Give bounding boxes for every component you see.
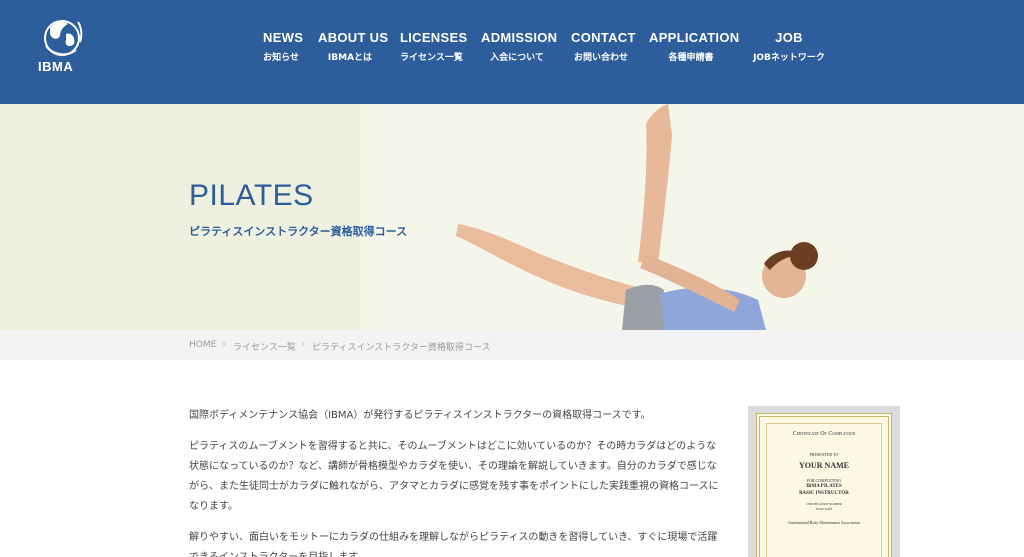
certificate-course-line1: IBMA PILATES [806,484,842,489]
goal-paragraph: 解りやすい、面白いをモットーにカラダの仕組みを理解しながらピラティスの動きを習得… [189,532,718,557]
nav-job-label: JOB [775,30,803,45]
certificate-image: Certificate Of Completion PRESENTED TO Y… [748,406,900,557]
pilates-pose-image [456,104,818,330]
certificate-org: International Body Maintenance Associati… [788,520,860,525]
nav-admission-label: ADMISSION [481,30,558,45]
nav-news-sublabel: お知らせ [263,53,299,63]
nav-job-sublabel: JOBネットワーク [753,53,825,63]
breadcrumb-licenses[interactable]: ライセンス一覧 [233,340,296,353]
certificate-issue-date: ISSUE DATE [815,507,833,511]
certificate-card: Certificate Of Completion PRESENTED TO Y… [756,413,892,557]
nav-application-sublabel: 各種申請書 [668,53,714,63]
course-description: 国際ボディメンテナンス協会（IBMA）が発行するピラティスインストラクターの資格… [189,406,719,557]
nav-licenses-sublabel: ライセンス一覧 [400,53,463,63]
nav-admission[interactable]: ADMISSION 入会について [481,30,558,63]
hero-banner: PILATES ピラティスインストラクター資格取得コース [0,104,1024,330]
chevron-right-icon: › [301,339,305,350]
nav-licenses[interactable]: LICENSES ライセンス一覧 [400,30,468,63]
nav-licenses-label: LICENSES [400,30,468,45]
nav-contact[interactable]: CONTACT お問い合わせ [571,30,636,63]
nav-application[interactable]: APPLICATION 各種申請書 [649,30,740,63]
page-subtitle: ピラティスインストラクター資格取得コース [189,225,408,238]
certificate-name: YOUR NAME [799,461,849,470]
nav-about-us-label: ABOUT US [318,30,389,45]
certificate-for: FOR COMPLETING [806,478,842,483]
certificate-presented: PRESENTED TO [809,452,839,457]
site-header: IBMA NEWS お知らせ ABOUT US IBMAとは LICENSES … [0,0,1024,104]
certificate-number: CERTIFICATION NUMBER [806,502,842,506]
nav-about-us-sublabel: IBMAとは [327,53,373,63]
nav-application-label: APPLICATION [649,30,740,45]
main-nav: NEWS お知らせ ABOUT US IBMAとは LICENSES ライセンス… [0,30,1024,70]
nav-news[interactable]: NEWS お知らせ [263,30,304,63]
certificate-heading: Certificate Of Completion [792,431,856,437]
certificate-course-line2: BASIC INSTRUCTOR [799,491,849,496]
nav-admission-sublabel: 入会について [490,53,544,63]
nav-job[interactable]: JOB JOBネットワーク [750,30,828,63]
breadcrumb: HOME › ライセンス一覧 › ピラティスインストラクター資格取得コース [0,330,1024,360]
chevron-right-icon: › [222,339,226,350]
nav-news-label: NEWS [263,30,304,45]
intro-paragraph: 国際ボディメンテナンス協会（IBMA）が発行するピラティスインストラクターの資格… [189,410,651,421]
nav-about-us[interactable]: ABOUT US IBMAとは [318,30,389,63]
nav-contact-label: CONTACT [571,30,636,45]
nav-contact-sublabel: お問い合わせ [573,53,628,63]
breadcrumb-current: ピラティスインストラクター資格取得コース [312,343,491,353]
breadcrumb-home[interactable]: HOME [189,340,216,350]
page-title: PILATES [189,179,314,212]
detail-paragraph: ピラティスのムーブメントを習得すると共に、そのムーブメントはどこに効いているのか… [189,441,719,512]
